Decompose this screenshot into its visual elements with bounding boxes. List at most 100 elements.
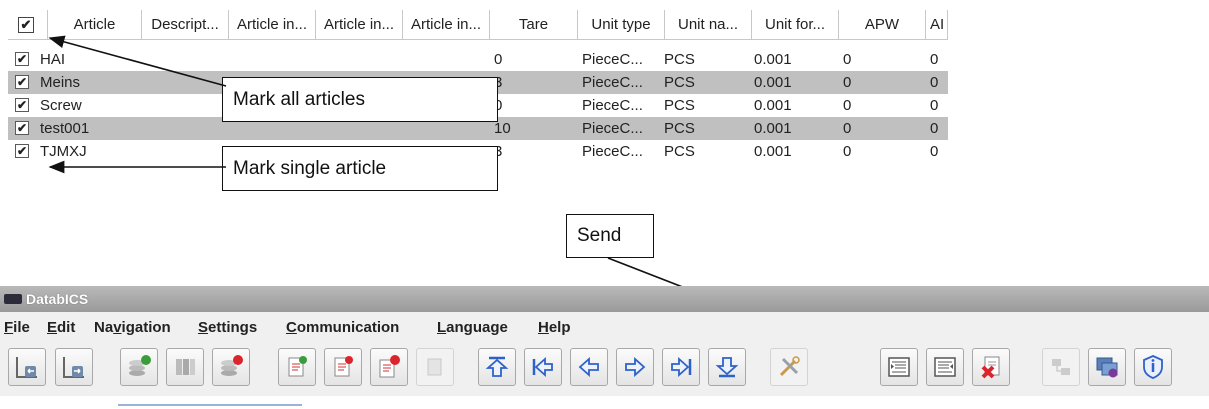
- cell-unit-name: PCS: [664, 51, 695, 68]
- nav-last-icon: [715, 357, 739, 378]
- cell-ai: 0: [930, 97, 939, 114]
- cell-ai: 0: [930, 51, 939, 68]
- doc-edit-icon: [334, 356, 353, 377]
- main-toolbar: [0, 342, 1209, 396]
- edit-article-button[interactable]: [324, 348, 362, 386]
- import-icon: [16, 357, 37, 378]
- column-header-article-info-1[interactable]: Article in...: [229, 10, 316, 40]
- status-tab-indicator: [118, 404, 302, 406]
- db-add-icon: [129, 355, 151, 376]
- cell-article: test001: [40, 120, 90, 137]
- row-checkbox[interactable]: ✔: [15, 121, 29, 135]
- new-article-button[interactable]: [278, 348, 316, 386]
- cell-article: HAI: [40, 51, 66, 68]
- menu-settings[interactable]: Settings: [198, 319, 257, 336]
- nav-prev-page-button[interactable]: [524, 348, 562, 386]
- menu-help[interactable]: Help: [538, 319, 571, 336]
- receive-button[interactable]: [926, 348, 964, 386]
- receive-icon: [934, 357, 956, 377]
- callout-mark-all-text: Mark all articles: [233, 88, 365, 110]
- select-all-checkbox[interactable]: ✔: [18, 17, 34, 33]
- import-button[interactable]: [8, 348, 46, 386]
- row-checkbox[interactable]: ✔: [15, 144, 29, 158]
- cell-unit-factor: 0.001: [754, 51, 792, 68]
- row-checkbox[interactable]: ✔: [15, 98, 29, 112]
- database-add-button[interactable]: [120, 348, 158, 386]
- cell-unit-factor: 0.001: [754, 120, 792, 137]
- info-button[interactable]: [1134, 348, 1172, 386]
- clear-button[interactable]: [972, 348, 1010, 386]
- row-checkbox[interactable]: ✔: [15, 52, 29, 66]
- doc-disabled-icon: [427, 358, 442, 376]
- cell-unit-name: PCS: [664, 74, 695, 91]
- table-header: ✔ Article Descript... Article in... Arti…: [8, 10, 948, 40]
- devices-button[interactable]: [1088, 348, 1126, 386]
- cell-apw: 0: [843, 74, 852, 91]
- nav-first-button[interactable]: [478, 348, 516, 386]
- callout-mark-all: Mark all articles: [222, 77, 498, 122]
- nav-prev-button[interactable]: [570, 348, 608, 386]
- nav-prev-page-icon: [532, 356, 553, 378]
- cell-article: Meins: [40, 74, 81, 91]
- app-logo-icon: [4, 294, 22, 304]
- menu-edit[interactable]: Edit: [47, 319, 75, 336]
- send-icon: [888, 357, 910, 377]
- tools-icon: [779, 356, 800, 377]
- column-header-article-info-3[interactable]: Article in...: [403, 10, 490, 40]
- cell-unit-name: PCS: [664, 143, 695, 160]
- nav-next-icon: [625, 356, 646, 378]
- table-row[interactable]: ✔ HAI 0 PieceC... PCS 0.001 0 0: [8, 48, 948, 71]
- db-list-icon: [176, 359, 195, 375]
- column-header-unit-name[interactable]: Unit na...: [665, 10, 752, 40]
- nav-last-button[interactable]: [708, 348, 746, 386]
- nav-next-button[interactable]: [616, 348, 654, 386]
- cell-unit-type: PieceC...: [582, 97, 643, 114]
- column-header-article-info-2[interactable]: Article in...: [316, 10, 403, 40]
- column-header-apw[interactable]: APW: [839, 10, 926, 40]
- export-button[interactable]: [55, 348, 93, 386]
- cell-unit-factor: 0.001: [754, 143, 792, 160]
- cell-unit-factor: 0.001: [754, 97, 792, 114]
- cell-apw: 0: [843, 120, 852, 137]
- cell-ai: 0: [930, 74, 939, 91]
- menu-file[interactable]: File: [4, 319, 30, 336]
- nav-first-icon: [485, 356, 509, 377]
- tools-button[interactable]: [770, 348, 808, 386]
- send-button[interactable]: [880, 348, 918, 386]
- row-checkbox[interactable]: ✔: [15, 75, 29, 89]
- callout-send-text: Send: [577, 225, 622, 246]
- callout-send: Send: [566, 214, 654, 258]
- db-delete-icon: [221, 355, 243, 376]
- delete-article-button[interactable]: [370, 348, 408, 386]
- disabled-doc-button[interactable]: [416, 348, 454, 386]
- menu-communication[interactable]: Communication: [286, 319, 399, 336]
- menu-language[interactable]: Language: [437, 319, 508, 336]
- column-header-article[interactable]: Article: [48, 10, 142, 40]
- cell-apw: 0: [843, 51, 852, 68]
- network-button[interactable]: [1042, 348, 1080, 386]
- cell-tare: 0: [494, 51, 503, 68]
- cell-unit-type: PieceC...: [582, 74, 643, 91]
- database-delete-button[interactable]: [212, 348, 250, 386]
- select-all-header[interactable]: ✔: [8, 10, 48, 40]
- column-header-description[interactable]: Descript...: [142, 10, 229, 40]
- cell-unit-name: PCS: [664, 120, 695, 137]
- export-icon: [63, 357, 84, 378]
- cell-unit-factor: 0.001: [754, 74, 792, 91]
- database-list-button[interactable]: [166, 348, 204, 386]
- column-header-unit-type[interactable]: Unit type: [578, 10, 665, 40]
- doc-new-icon: [288, 356, 307, 377]
- window-title: DatabICS: [26, 291, 89, 307]
- doc-delete-icon: [379, 355, 400, 378]
- menu-navigation[interactable]: Navigation: [94, 319, 171, 336]
- column-header-ai[interactable]: AI: [926, 10, 948, 40]
- callout-mark-single-text: Mark single article: [233, 157, 387, 179]
- menu-bar: File Edit Navigation Settings Communicat…: [0, 312, 1209, 342]
- nav-next-page-button[interactable]: [662, 348, 700, 386]
- clear-icon: [981, 356, 1000, 379]
- cell-ai: 0: [930, 120, 939, 137]
- cell-apw: 0: [843, 97, 852, 114]
- cell-unit-name: PCS: [664, 97, 695, 114]
- column-header-unit-factor[interactable]: Unit for...: [752, 10, 839, 40]
- column-header-tare[interactable]: Tare: [490, 10, 578, 40]
